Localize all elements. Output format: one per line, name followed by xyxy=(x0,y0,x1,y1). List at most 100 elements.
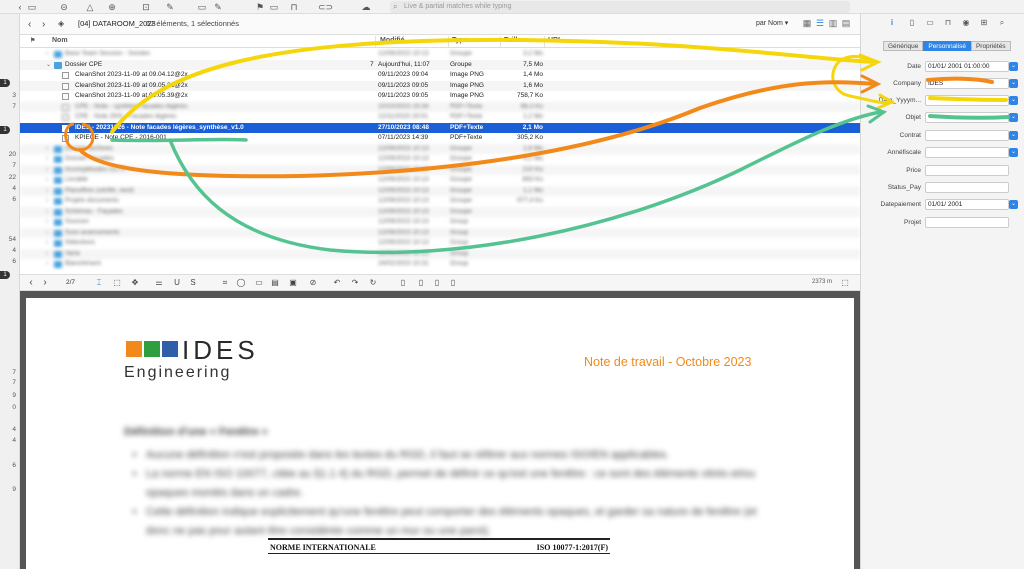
text-box-icon[interactable]: ▤ xyxy=(270,278,280,288)
disclosure-icon[interactable]: › xyxy=(46,49,48,60)
text-select-icon[interactable]: ⌶ xyxy=(94,278,104,288)
crop-icon[interactable]: ⌗ xyxy=(220,278,230,288)
redo-icon[interactable]: ↻ xyxy=(368,278,378,288)
table-row[interactable]: › Livrable 12/09/2023 10:13 Groupe 893 Ko xyxy=(20,175,860,186)
strikethrough-icon[interactable]: S xyxy=(188,278,198,288)
table-row[interactable]: › Planoffres (vérifié, neuf) 12/09/2023 10… xyxy=(20,185,860,197)
comment-icon[interactable]: ▣ xyxy=(288,278,298,288)
column-divider[interactable] xyxy=(544,36,545,47)
column-type[interactable]: Type xyxy=(452,37,468,44)
field-input[interactable]: IDES xyxy=(925,78,1009,89)
field-popup-icon[interactable]: ⌄ xyxy=(1009,62,1018,71)
field-input[interactable] xyxy=(925,95,1009,106)
pdf-viewer[interactable]: IDES Engineering Note de travail - Octob… xyxy=(20,291,860,569)
disclosure-icon[interactable]: › xyxy=(46,207,48,218)
disclosure-icon[interactable]: › xyxy=(46,249,48,260)
disclosure-icon[interactable]: › xyxy=(46,186,48,197)
page-insert-icon[interactable]: ▯ xyxy=(416,278,426,288)
table-row[interactable]: KPIECE - Note CPE - 2016-001 07/11/2023 1… xyxy=(20,133,860,144)
field-popup-icon[interactable]: ⌄ xyxy=(1009,200,1018,209)
field-input[interactable] xyxy=(925,182,1009,193)
fit-page-icon[interactable]: ⬚ xyxy=(840,278,850,288)
page-back-icon[interactable]: ‹ xyxy=(26,278,36,288)
relations-icon[interactable]: ◉ xyxy=(961,18,971,28)
field-input[interactable]: 01/01/ 2001 01:00:00 xyxy=(925,61,1009,72)
move-icon[interactable]: ✥ xyxy=(130,278,140,288)
column-name[interactable]: Nom xyxy=(52,37,68,44)
field-popup-icon[interactable]: ⌄ xyxy=(1009,96,1018,105)
disclosure-icon[interactable]: › xyxy=(46,259,48,270)
inbox-icon[interactable]: ⊡ xyxy=(140,1,152,13)
field-popup-icon[interactable]: ⌄ xyxy=(1009,113,1018,122)
field-input[interactable] xyxy=(925,147,1009,158)
disclosure-icon[interactable]: ⌄ xyxy=(46,60,51,71)
field-popup-icon[interactable]: ⌄ xyxy=(1009,79,1018,88)
field-input[interactable] xyxy=(925,165,1009,176)
table-row[interactable]: ⌄ Dossier CPE Aujourd'hui, 11:07 Groupe 7,5 … xyxy=(20,59,860,71)
table-row-selected[interactable]: IDES - 20231026 - Note facades légères_s… xyxy=(20,122,860,133)
highlight-icon[interactable]: ⚌ xyxy=(154,278,164,288)
tab-personnalise[interactable]: Personnalisé xyxy=(923,41,971,51)
disclosure-icon[interactable]: › xyxy=(46,165,48,176)
table-row[interactable]: CPE - Note ZKN - Facades légères 12/11/20… xyxy=(20,112,860,123)
table-row[interactable]: › Varia 12/09/2023 10:13 Group xyxy=(20,248,860,260)
table-row[interactable]: › Base Team Session - Sondes 12/09/2023 10… xyxy=(20,49,860,60)
sidebar-icon[interactable]: ▭ xyxy=(26,1,38,13)
table-row[interactable]: › Incomplétudes CCTP 12/09/2023 10:13 Group… xyxy=(20,164,860,176)
database-title[interactable]: [04] DATAROOM_2023 xyxy=(78,19,156,28)
column-url[interactable]: URL xyxy=(548,37,562,44)
compose-icon[interactable]: ✎ xyxy=(164,1,176,13)
field-input[interactable] xyxy=(925,130,1009,141)
rotate-left-icon[interactable]: ↶ xyxy=(332,278,342,288)
capsule-icon[interactable]: ⊂⊃ xyxy=(318,1,333,13)
tab-generique[interactable]: Générique xyxy=(883,41,924,51)
warning-icon[interactable]: △ xyxy=(84,1,96,13)
shape-icon[interactable]: ◯ xyxy=(236,278,246,288)
table-row[interactable]: CleanShot 2023-11-09 at 09.05.32@2x 09/11… xyxy=(20,80,860,91)
tray-icon[interactable]: ▭ xyxy=(196,1,208,13)
view-split-icon[interactable]: ▤ xyxy=(841,18,851,28)
field-popup-icon[interactable]: ⌄ xyxy=(1009,148,1018,157)
disclosure-icon[interactable]: › xyxy=(46,217,48,228)
table-row[interactable]: CleanShot 2023-11-09 at 09.04.12@2x 09/11… xyxy=(20,70,860,81)
tags-icon[interactable]: ⊞ xyxy=(979,18,989,28)
cloud-icon[interactable]: ☁ xyxy=(360,1,372,13)
view-list-icon[interactable]: ☰ xyxy=(815,18,825,28)
disclosure-icon[interactable]: › xyxy=(46,175,48,186)
column-divider[interactable] xyxy=(500,36,501,47)
disclosure-icon[interactable]: › xyxy=(46,154,48,165)
disclosure-icon[interactable]: › xyxy=(46,228,48,239)
table-row[interactable]: › Suivi avancements 12/09/2023 10:13 Group xyxy=(20,227,860,239)
view-columns-icon[interactable]: ▥ xyxy=(828,18,838,28)
pen-icon[interactable]: ✎ xyxy=(212,1,224,13)
bookmark-icon[interactable]: ⊓ xyxy=(943,18,953,28)
page-add-icon[interactable]: ▯ xyxy=(398,278,408,288)
column-size[interactable]: Taille xyxy=(504,37,521,44)
sort-menu[interactable]: par Nom ▾ xyxy=(756,19,788,27)
field-input[interactable] xyxy=(925,112,1009,123)
search-inspector-icon[interactable]: ⌕ xyxy=(997,18,1007,28)
nav-forward-icon[interactable]: › xyxy=(42,19,45,30)
field-input[interactable] xyxy=(925,217,1009,228)
nav-back-icon[interactable]: ‹ xyxy=(28,19,31,30)
link-icon[interactable]: ⊘ xyxy=(308,278,318,288)
flag-icon[interactable]: ⚑ xyxy=(254,1,266,13)
annotation-icon[interactable]: ▭ xyxy=(925,18,935,28)
tab-proprietes[interactable]: Propriétés xyxy=(970,41,1011,51)
disclosure-icon[interactable]: › xyxy=(46,196,48,207)
table-row[interactable]: › Dossier archives 12/09/2023 10:13 Groupe 1… xyxy=(20,143,860,155)
page-delete-icon[interactable]: ▯ xyxy=(432,278,442,288)
label-icon[interactable]: ▭ xyxy=(268,1,280,13)
page-export-icon[interactable]: ▯ xyxy=(448,278,458,288)
table-row[interactable]: › Projets documents 12/09/2023 10:13 Groupe… xyxy=(20,196,860,207)
column-divider[interactable] xyxy=(448,36,449,47)
view-icons-icon[interactable]: ▦ xyxy=(802,18,812,28)
rotate-right-icon[interactable]: ↷ xyxy=(350,278,360,288)
edit-icon[interactable]: ⊝ xyxy=(58,1,70,13)
underline-icon[interactable]: U xyxy=(172,278,182,288)
table-row[interactable]: › Sources 12/09/2023 10:13 Group xyxy=(20,217,860,228)
table-row[interactable]: CleanShot 2023-11-09 at 09.05.39@2x 09/11… xyxy=(20,91,860,102)
disclosure-icon[interactable]: › xyxy=(46,144,48,155)
page-forward-icon[interactable]: › xyxy=(40,278,50,288)
field-input[interactable]: 01/01/ 2001 xyxy=(925,199,1009,210)
